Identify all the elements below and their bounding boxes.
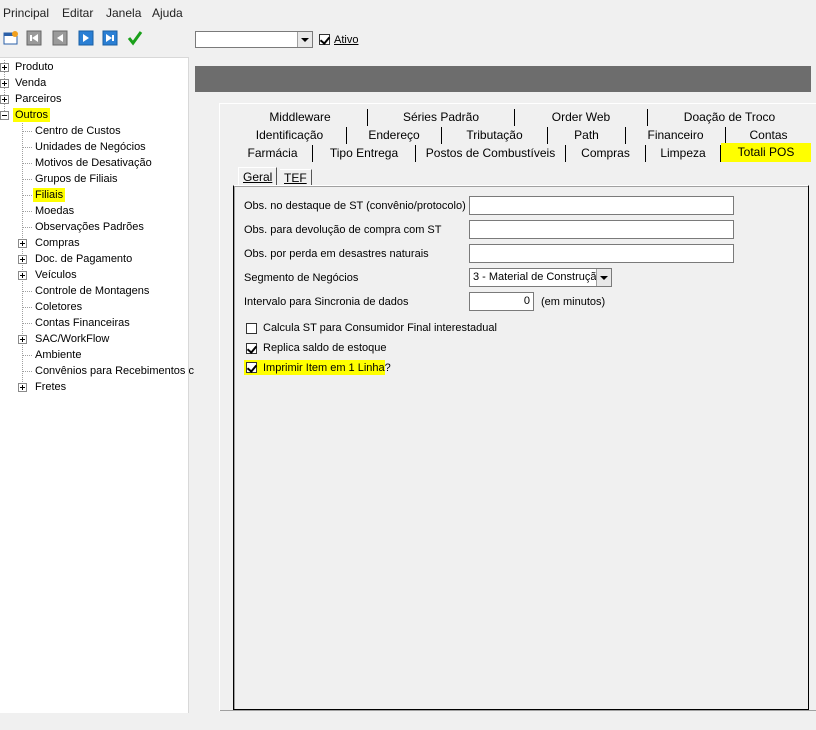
menu-editar[interactable]: Editar bbox=[62, 6, 93, 20]
tab-compras[interactable]: Compras bbox=[566, 145, 646, 162]
replica-checkbox[interactable] bbox=[246, 343, 257, 354]
obs-perda-field[interactable] bbox=[469, 244, 734, 263]
imprimir-checkbox[interactable] bbox=[246, 362, 257, 373]
tree-item-moedas[interactable]: Moedas bbox=[35, 204, 74, 218]
segmento-value: 3 - Material de Construção bbox=[473, 271, 603, 283]
tree-item-controle-de-montagens[interactable]: Controle de Montagens bbox=[35, 284, 149, 298]
chevron-down-icon[interactable] bbox=[596, 269, 611, 286]
expand-icon[interactable] bbox=[18, 383, 27, 392]
tab-path[interactable]: Path bbox=[548, 127, 626, 144]
chevron-down-icon[interactable] bbox=[297, 32, 312, 47]
tree-item-contas-financeiras[interactable]: Contas Financeiras bbox=[35, 316, 130, 330]
tree-item-centro-de-custos[interactable]: Centro de Custos bbox=[35, 124, 121, 138]
tree-item-produto[interactable]: Produto bbox=[15, 60, 54, 74]
confirm-icon[interactable] bbox=[127, 30, 143, 46]
obs-perda-label: Obs. por perda em desastres naturais bbox=[244, 248, 429, 260]
tab-limpeza[interactable]: Limpeza bbox=[646, 145, 721, 162]
expand-icon[interactable] bbox=[0, 63, 9, 72]
calcula-st-checkbox[interactable] bbox=[246, 323, 257, 334]
first-record-icon[interactable] bbox=[26, 30, 42, 46]
expand-icon[interactable] bbox=[0, 79, 9, 88]
filter-combo[interactable] bbox=[195, 31, 313, 48]
tab-financeiro[interactable]: Financeiro bbox=[626, 127, 726, 144]
expand-icon[interactable] bbox=[18, 335, 27, 344]
imprimir-label: Imprimir Item em 1 Linha? bbox=[263, 362, 391, 374]
tree-item-coletores[interactable]: Coletores bbox=[35, 300, 82, 314]
menu-bar: Principal Editar Janela Ajuda bbox=[0, 0, 816, 26]
header-bar bbox=[195, 66, 811, 92]
navigation-tree: Produto Venda Parceiros Outros Centro de… bbox=[0, 57, 194, 713]
tab-farmacia[interactable]: Farmácia bbox=[233, 145, 313, 162]
tab-endereco[interactable]: Endereço bbox=[347, 127, 442, 144]
menu-ajuda[interactable]: Ajuda bbox=[152, 6, 183, 20]
obs-devolucao-field[interactable] bbox=[469, 220, 734, 239]
tab-doacao-de-troco[interactable]: Doação de Troco bbox=[648, 109, 811, 126]
tree-item-filiais[interactable]: Filiais bbox=[33, 188, 66, 202]
calcula-st-label: Calcula ST para Consumidor Final interes… bbox=[263, 322, 497, 334]
tree-item-doc-de-pagamento[interactable]: Doc. de Pagamento bbox=[35, 252, 132, 266]
tab-totali-pos[interactable]: Totali POS bbox=[721, 143, 811, 162]
tree-item-parceiros[interactable]: Parceiros bbox=[15, 92, 61, 106]
tab-order-web[interactable]: Order Web bbox=[515, 109, 648, 126]
new-record-icon[interactable] bbox=[3, 30, 19, 46]
tree-item-compras[interactable]: Compras bbox=[35, 236, 80, 250]
tree-item-motivos-de-desativacao[interactable]: Motivos de Desativação bbox=[35, 156, 152, 170]
tree-item-outros[interactable]: Outros bbox=[13, 108, 51, 122]
obs-st-field[interactable] bbox=[469, 196, 734, 215]
replica-label: Replica saldo de estoque bbox=[263, 342, 387, 354]
tab-contas[interactable]: Contas bbox=[726, 127, 811, 144]
tree-item-sac-workflow[interactable]: SAC/WorkFlow bbox=[35, 332, 109, 346]
expand-icon[interactable] bbox=[0, 95, 9, 104]
obs-devolucao-label: Obs. para devolução de compra com ST bbox=[244, 224, 442, 236]
segmento-label: Segmento de Negócios bbox=[244, 272, 359, 284]
menu-principal[interactable]: Principal bbox=[3, 6, 49, 20]
intervalo-unit-label: (em minutos) bbox=[541, 296, 606, 308]
intervalo-field[interactable]: 0 bbox=[469, 292, 534, 311]
expand-icon[interactable] bbox=[18, 239, 27, 248]
toolbar bbox=[0, 26, 816, 56]
tree-item-observacoes-padroes[interactable]: Observações Padrões bbox=[35, 220, 144, 234]
ativo-label: Ativo bbox=[334, 34, 359, 46]
tab-tef[interactable]: TEF bbox=[280, 169, 312, 185]
tree-item-veiculos[interactable]: Veículos bbox=[35, 268, 77, 282]
segmento-select[interactable]: 3 - Material de Construção bbox=[469, 268, 612, 287]
tab-identificacao[interactable]: Identificação bbox=[233, 127, 347, 144]
tree-item-convenios[interactable]: Convênios para Recebimentos c bbox=[35, 364, 194, 378]
tab-series-padrao[interactable]: Séries Padrão bbox=[368, 109, 515, 126]
last-record-icon[interactable] bbox=[102, 30, 118, 46]
tree-item-grupos-de-filiais[interactable]: Grupos de Filiais bbox=[35, 172, 118, 186]
tree-item-ambiente[interactable]: Ambiente bbox=[35, 348, 81, 362]
obs-st-label: Obs. no destaque de ST (convênio/protoco… bbox=[244, 200, 466, 212]
tab-tributacao[interactable]: Tributação bbox=[442, 127, 548, 144]
next-record-icon[interactable] bbox=[78, 30, 94, 46]
tab-geral[interactable]: Geral bbox=[238, 167, 278, 185]
tab-tipo-entrega[interactable]: Tipo Entrega bbox=[313, 145, 416, 162]
tree-item-venda[interactable]: Venda bbox=[15, 76, 46, 90]
tree-item-fretes[interactable]: Fretes bbox=[35, 380, 66, 394]
previous-record-icon[interactable] bbox=[52, 30, 68, 46]
expand-icon[interactable] bbox=[18, 255, 27, 264]
intervalo-label: Intervalo para Sincronia de dados bbox=[244, 296, 409, 308]
menu-janela[interactable]: Janela bbox=[106, 6, 141, 20]
collapse-icon[interactable] bbox=[0, 111, 9, 120]
tab-middleware[interactable]: Middleware bbox=[233, 109, 368, 126]
tree-item-unidades-de-negocios[interactable]: Unidades de Negócios bbox=[35, 140, 146, 154]
geral-page bbox=[233, 185, 809, 710]
ativo-checkbox[interactable] bbox=[319, 34, 330, 45]
expand-icon[interactable] bbox=[18, 271, 27, 280]
tab-postos-de-combustiveis[interactable]: Postos de Combustíveis bbox=[416, 145, 566, 162]
